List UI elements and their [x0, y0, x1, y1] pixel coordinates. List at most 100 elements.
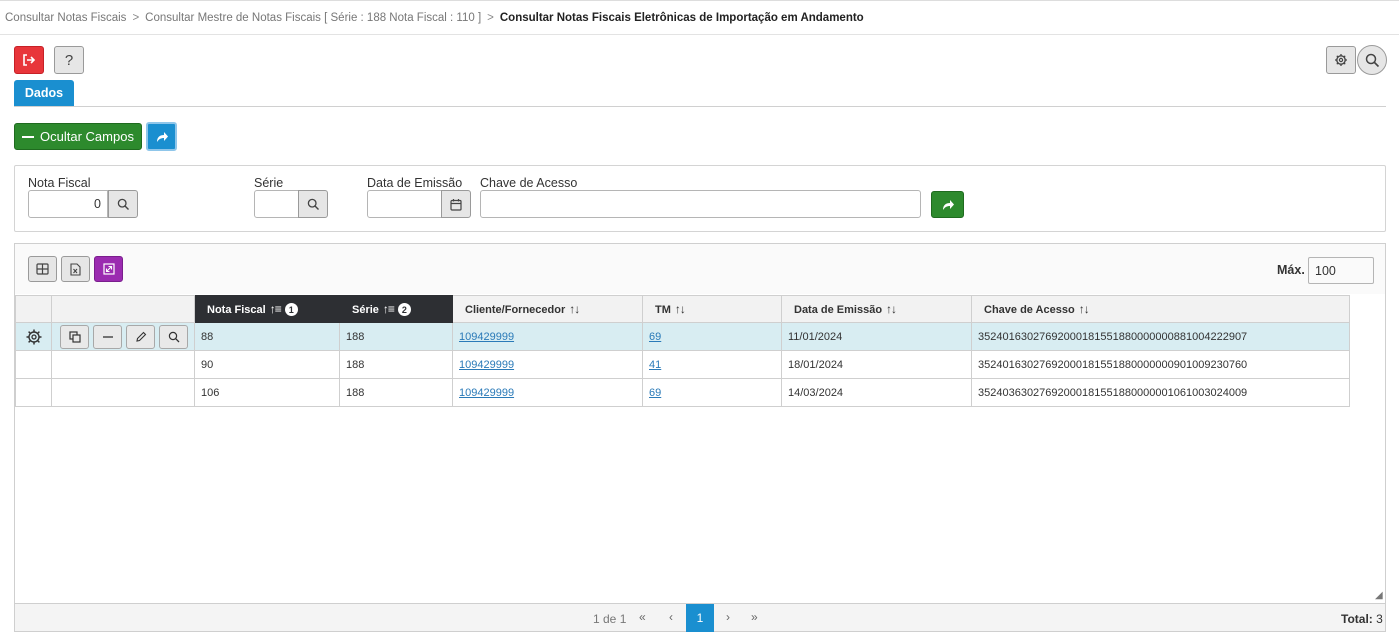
row-actions-cell	[51, 322, 195, 351]
cell-nota-fiscal: 90	[194, 350, 340, 379]
total-label: Total:	[1341, 612, 1373, 626]
header-tm-label: TM	[655, 304, 671, 316]
search-icon	[1365, 53, 1379, 67]
expand-grid-button[interactable]	[94, 256, 123, 282]
minus-icon	[102, 335, 113, 338]
next-page-button[interactable]: ›	[726, 610, 730, 624]
hide-fields-label: Ocultar Campos	[40, 129, 134, 144]
table-grid-icon	[36, 263, 49, 275]
cell-data-emissao: 14/03/2024	[781, 378, 972, 407]
gear-icon[interactable]	[25, 328, 43, 346]
sort-asc-icon: ↑≡	[269, 301, 282, 316]
results-table: Nota Fiscal ↑≡ 1 Série ↑≡ 2 Cliente/Forneced…	[15, 295, 1350, 407]
cell-tm: 41	[642, 350, 782, 379]
serie-label: Série	[254, 176, 284, 190]
header-data-emissao[interactable]: Data de Emissão ↑↓	[781, 295, 972, 323]
table-row[interactable]: 90 188 109429999 41 18/01/2024 352401630…	[15, 350, 1350, 379]
table-row[interactable]: 88 188 109429999 69 11/01/2024 352401630…	[15, 322, 1350, 351]
last-page-button[interactable]: »	[751, 610, 758, 624]
resize-handle-icon[interactable]: ◢	[1375, 590, 1383, 601]
search-icon	[168, 331, 179, 342]
calendar-icon	[450, 198, 462, 211]
page-info: 1 de 1	[593, 612, 627, 626]
cell-chave: 3524036302769200018155188000000106100302…	[971, 378, 1350, 407]
share-button[interactable]	[146, 122, 177, 151]
pencil-icon	[135, 331, 146, 342]
cell-nota-fiscal: 88	[194, 322, 340, 351]
help-button[interactable]: ?	[54, 46, 84, 74]
header-cliente-fornecedor[interactable]: Cliente/Fornecedor ↑↓	[452, 295, 643, 323]
top-border	[0, 0, 1399, 4]
tab-divider	[14, 106, 1386, 107]
sort-order-badge: 1	[284, 303, 298, 317]
excel-file-icon	[70, 262, 81, 276]
table-header-row: Nota Fiscal ↑≡ 1 Série ↑≡ 2 Cliente/Forneced…	[15, 295, 1350, 323]
settings-button[interactable]	[1326, 46, 1356, 74]
breadcrumb-divider	[0, 34, 1399, 35]
breadcrumb-link-consultar-notas[interactable]: Consultar Notas Fiscais	[5, 12, 126, 24]
cell-data-emissao: 18/01/2024	[781, 350, 972, 379]
serie-input[interactable]	[254, 190, 299, 218]
nota-fiscal-label: Nota Fiscal	[28, 176, 91, 190]
header-data-emissao-label: Data de Emissão	[794, 304, 883, 316]
search-icon	[307, 198, 319, 210]
tm-link[interactable]: 69	[649, 387, 661, 399]
exit-icon	[23, 54, 36, 66]
copy-button[interactable]	[60, 324, 89, 349]
data-emissao-input[interactable]	[367, 190, 442, 218]
cell-cliente: 109429999	[452, 322, 643, 351]
first-page-button[interactable]: «	[639, 610, 646, 624]
chave-acesso-input[interactable]	[480, 190, 921, 218]
max-rows-label: Máx.	[1277, 263, 1305, 277]
cell-serie: 188	[339, 350, 453, 379]
header-chave-label: Chave de Acesso	[984, 304, 1075, 316]
cliente-link[interactable]: 109429999	[459, 387, 514, 399]
serie-search-button[interactable]	[298, 190, 328, 218]
nota-fiscal-input[interactable]: 0	[28, 190, 108, 218]
header-tm[interactable]: TM ↑↓	[642, 295, 782, 323]
breadcrumb-separator: >	[132, 12, 140, 24]
exit-button[interactable]	[14, 46, 44, 74]
expand-icon	[102, 263, 115, 275]
row-actions-cell	[51, 350, 195, 379]
cell-nota-fiscal: 106	[194, 378, 340, 407]
cliente-link[interactable]: 109429999	[459, 359, 514, 371]
page-1-button[interactable]: 1	[686, 604, 714, 632]
table-row[interactable]: 106 188 109429999 69 14/03/2024 35240363…	[15, 378, 1350, 407]
sort-icon: ↑↓	[1078, 302, 1090, 316]
data-emissao-calendar-button[interactable]	[441, 190, 471, 218]
global-search-button[interactable]	[1357, 45, 1387, 75]
cell-serie: 188	[339, 322, 453, 351]
breadcrumb-current: Consultar Notas Fiscais Eletrônicas de I…	[499, 12, 864, 24]
hide-fields-button[interactable]: Ocultar Campos	[14, 123, 142, 150]
header-nota-fiscal[interactable]: Nota Fiscal ↑≡ 1	[194, 295, 340, 323]
cell-cliente: 109429999	[452, 378, 643, 407]
grid-footer: 1 de 1 « ‹ 1 › » Total: 3	[15, 603, 1385, 632]
header-serie[interactable]: Série ↑≡ 2	[339, 295, 453, 323]
tm-link[interactable]: 41	[649, 359, 661, 371]
prev-page-button[interactable]: ‹	[669, 610, 673, 624]
sort-order-badge: 2	[397, 303, 411, 317]
header-chave-acesso[interactable]: Chave de Acesso ↑↓	[971, 295, 1350, 323]
tm-link[interactable]: 69	[649, 331, 661, 343]
cell-serie: 188	[339, 378, 453, 407]
row-settings-cell[interactable]	[15, 322, 52, 351]
sort-icon: ↑↓	[886, 302, 897, 316]
tab-dados[interactable]: Dados	[14, 80, 74, 106]
breadcrumb-link-consultar-mestre[interactable]: Consultar Mestre de Notas Fiscais [ Séri…	[145, 12, 481, 24]
cliente-link[interactable]: 109429999	[459, 331, 514, 343]
filter-submit-button[interactable]	[931, 191, 964, 218]
nota-fiscal-search-button[interactable]	[108, 190, 138, 218]
max-rows-input[interactable]: 100	[1308, 257, 1374, 284]
minus-icon	[22, 135, 35, 138]
remove-button[interactable]	[93, 324, 122, 349]
columns-layout-button[interactable]	[28, 256, 57, 282]
header-serie-label: Série	[352, 303, 379, 316]
row-settings-cell	[15, 350, 52, 379]
view-button[interactable]	[159, 324, 188, 349]
export-excel-button[interactable]	[61, 256, 90, 282]
search-icon	[117, 198, 129, 210]
edit-button[interactable]	[126, 324, 155, 349]
sort-asc-icon: ↑≡	[382, 301, 395, 316]
chave-acesso-label: Chave de Acesso	[480, 176, 578, 190]
